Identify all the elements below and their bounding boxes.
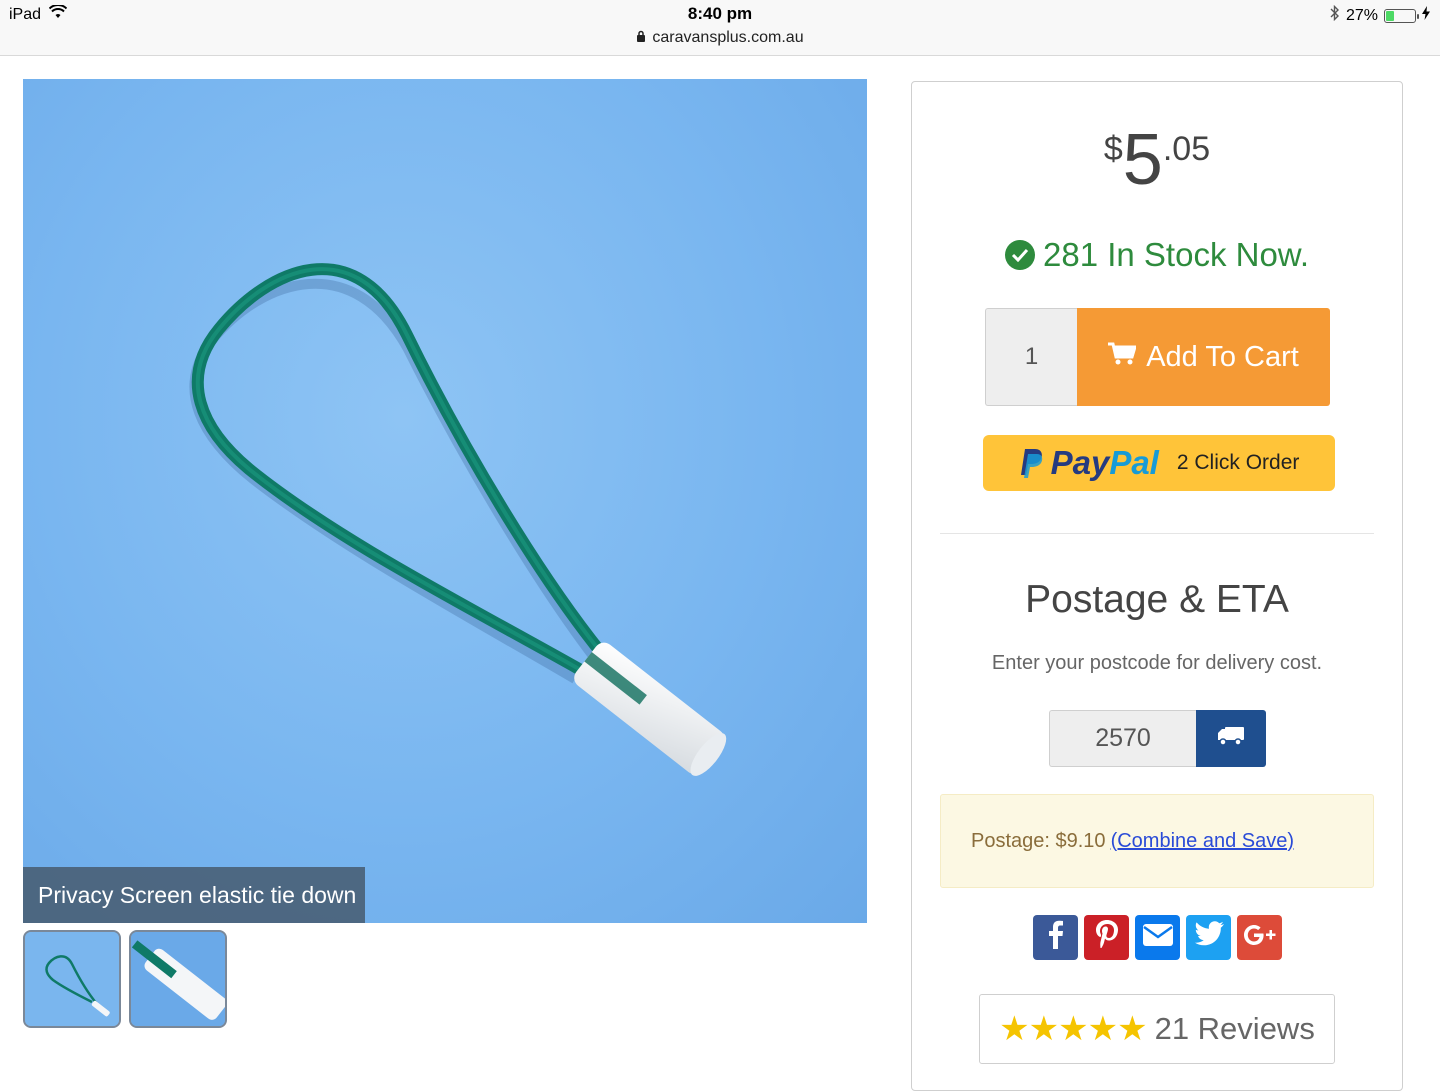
lock-icon (636, 29, 646, 47)
postage-subtitle: Enter your postcode for delivery cost. (991, 652, 1323, 674)
image-caption: Privacy Screen elastic tie down (23, 867, 365, 923)
add-to-cart-button[interactable]: Add To Cart (1077, 308, 1330, 406)
thumbnail-1[interactable] (23, 930, 121, 1028)
calculate-postage-button[interactable] (1196, 710, 1266, 767)
combine-and-save-link[interactable]: (Combine and Save) (1111, 830, 1294, 853)
product-image[interactable] (23, 79, 867, 923)
paypal-logo: Pay Pal (1019, 444, 1159, 482)
paypal-label: 2 Click Order (1176, 451, 1300, 474)
pinterest-share-button[interactable] (1084, 915, 1129, 960)
price: $5.05 (912, 124, 1402, 196)
facebook-icon (1048, 919, 1064, 956)
status-bar: iPad 8:40 pm caravansplus.com.au 27% (0, 0, 1440, 56)
bluetooth-icon (1330, 4, 1340, 26)
share-buttons (1033, 915, 1282, 960)
paypal-pal-text: Pal (1109, 444, 1159, 481)
cart-icon (1108, 341, 1138, 374)
price-cents: .05 (1162, 130, 1211, 168)
status-right: 27% (1330, 4, 1430, 26)
charging-icon (1422, 6, 1430, 25)
price-dollars: 5 (1122, 120, 1163, 200)
stock-status: 281 In Stock Now. (912, 236, 1402, 274)
divider (940, 533, 1374, 534)
thumbnail-2[interactable] (129, 930, 227, 1028)
email-share-button[interactable] (1135, 915, 1180, 960)
purchase-panel: $5.05 281 In Stock Now. Add To Cart PayP… (911, 81, 1403, 1091)
email-icon (1142, 922, 1173, 953)
quantity-input[interactable] (985, 308, 1077, 406)
clock: 8:40 pm (687, 4, 753, 23)
postcode-input[interactable] (1049, 710, 1196, 767)
truck-icon (1217, 725, 1245, 752)
postcode-row (1049, 710, 1266, 767)
thumbnail-strip (23, 930, 227, 1028)
paypal-p-icon (1020, 449, 1042, 478)
twitter-icon (1193, 921, 1225, 954)
add-to-cart-row: Add To Cart (985, 308, 1330, 406)
rating-stars: ★★★★★ (999, 1010, 1147, 1048)
battery-percent: 27% (1345, 6, 1378, 24)
add-to-cart-label: Add To Cart (1146, 340, 1299, 373)
paypal-pay-text: Pay (1050, 444, 1110, 481)
reviews-count: 21 Reviews (1154, 1011, 1315, 1046)
postage-cost: Postage: $9.10 (971, 829, 1106, 852)
postage-result: Postage: $9.10 (Combine and Save) (940, 794, 1374, 888)
postage-title: Postage & ETA (1025, 578, 1289, 621)
stock-text: 281 In Stock Now. (1043, 236, 1309, 273)
url-text: caravansplus.com.au (652, 29, 804, 46)
price-currency: $ (1103, 130, 1123, 168)
pinterest-icon (1094, 918, 1120, 957)
reviews-button[interactable]: ★★★★★ 21 Reviews (979, 994, 1335, 1064)
google-plus-icon (1243, 924, 1277, 952)
twitter-share-button[interactable] (1186, 915, 1231, 960)
address-bar[interactable]: caravansplus.com.au (0, 29, 1440, 47)
facebook-share-button[interactable] (1033, 915, 1078, 960)
battery-icon (1384, 8, 1419, 23)
google-plus-share-button[interactable] (1237, 915, 1282, 960)
paypal-button[interactable]: Pay Pal 2 Click Order (983, 435, 1335, 491)
check-circle-icon (1005, 240, 1035, 270)
